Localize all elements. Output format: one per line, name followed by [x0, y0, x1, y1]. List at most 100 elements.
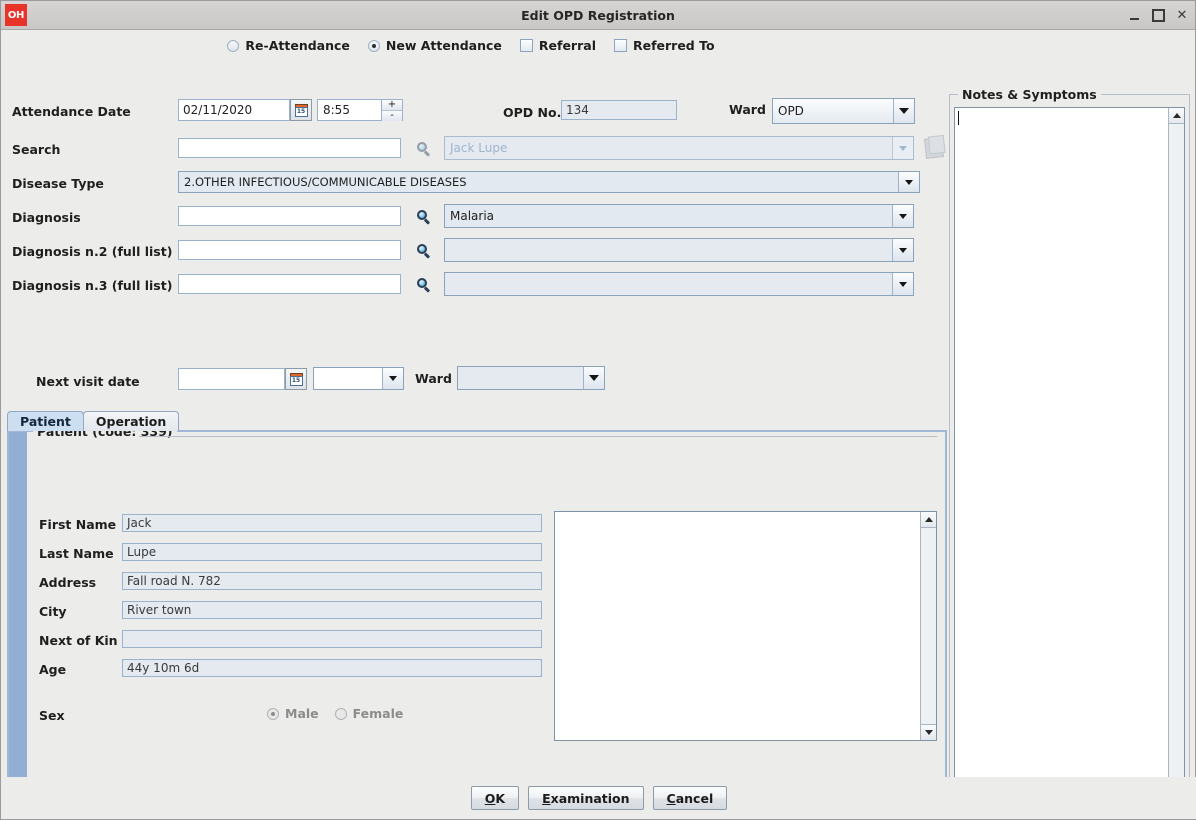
- checkbox-referral[interactable]: Referral: [519, 38, 596, 53]
- search-input[interactable]: [178, 138, 401, 158]
- disease-type-combo-arrow[interactable]: [898, 172, 919, 192]
- ward-combo[interactable]: OPD: [772, 98, 915, 124]
- radio-female-label: Female: [352, 706, 404, 721]
- sex-label: Sex: [39, 708, 65, 723]
- tab-patient-label: Patient: [20, 414, 71, 429]
- search-icon: [416, 209, 430, 224]
- chevron-down-icon: [899, 145, 907, 151]
- address-label: Address: [39, 575, 97, 590]
- scroll-down-button[interactable]: [921, 724, 936, 740]
- attendance-time-spinner[interactable]: 8:55 + -: [317, 99, 403, 121]
- tab-patient[interactable]: Patient: [7, 411, 84, 431]
- radio-re-attendance-icon: [227, 39, 240, 52]
- radio-male: Male: [267, 706, 319, 721]
- calendar-icon: 15: [294, 103, 308, 117]
- ward-combo-value: OPD: [778, 104, 804, 118]
- app-logo-icon: OH: [5, 4, 27, 26]
- ok-button[interactable]: OK: [470, 786, 520, 810]
- ward-combo-arrow[interactable]: [893, 99, 914, 123]
- next-visit-ward-label: Ward: [415, 371, 452, 386]
- scroll-track[interactable]: [1169, 124, 1184, 786]
- chevron-down-icon: [899, 108, 909, 114]
- cancel-button-mnemonic: C: [666, 790, 676, 806]
- notes-symptoms-textarea[interactable]: [955, 108, 1168, 802]
- tab-operation[interactable]: Operation: [82, 411, 180, 431]
- checkbox-referral-icon: [519, 39, 533, 52]
- checkbox-referral-label: Referral: [538, 38, 596, 53]
- attendance-date-input[interactable]: 02/11/2020: [178, 99, 290, 121]
- patient-documents-icon: [924, 137, 944, 159]
- cancel-button-label: ancel: [675, 790, 714, 806]
- diagnosis-combo-arrow[interactable]: [892, 205, 913, 227]
- diagnosis-2-combo[interactable]: [444, 238, 914, 262]
- radio-re-attendance[interactable]: Re-Attendance: [227, 38, 350, 53]
- diagnosis-2-search-button[interactable]: [413, 240, 433, 260]
- patient-photo-scrollbar[interactable]: [920, 512, 936, 740]
- city-input: River town: [122, 601, 542, 619]
- sex-options: Male Female: [267, 706, 403, 721]
- diagnosis-combo[interactable]: Malaria: [444, 204, 914, 228]
- next-visit-date-input[interactable]: [178, 368, 285, 390]
- attendance-date-label: Attendance Date: [12, 104, 131, 119]
- scroll-up-button[interactable]: [921, 512, 936, 528]
- diagnosis-3-combo[interactable]: [444, 272, 914, 296]
- disease-type-combo-value: 2.OTHER INFECTIOUS/COMMUNICABLE DISEASES: [184, 175, 467, 189]
- cancel-button[interactable]: Cancel: [652, 786, 728, 810]
- radio-female: Female: [334, 706, 404, 721]
- checkbox-referred-to-label: Referred To: [632, 38, 715, 53]
- edit-opd-registration-window: OH Edit OPD Registration ✕ Re-Attendance…: [0, 0, 1196, 820]
- checkbox-referred-to[interactable]: Referred To: [613, 38, 715, 53]
- radio-male-icon: [267, 707, 279, 720]
- disease-type-combo[interactable]: 2.OTHER INFECTIOUS/COMMUNICABLE DISEASES: [178, 171, 920, 193]
- spinner-down-button[interactable]: -: [382, 111, 402, 121]
- maximize-icon[interactable]: [1151, 8, 1165, 22]
- scroll-up-button[interactable]: [1169, 108, 1184, 124]
- attendance-time-value[interactable]: 8:55: [318, 100, 381, 120]
- patient-photo-scrollpane[interactable]: [554, 511, 937, 741]
- title-bar: OH Edit OPD Registration ✕: [1, 1, 1195, 30]
- diagnosis-3-search-button[interactable]: [413, 274, 433, 294]
- chevron-down-icon: [899, 213, 907, 219]
- triangle-up-icon: [1172, 113, 1181, 118]
- opd-no-input: 134: [561, 100, 677, 120]
- patient-search-combo: Jack Lupe: [444, 136, 914, 160]
- close-icon[interactable]: ✕: [1175, 8, 1189, 22]
- window-content: Re-Attendance New Attendance Referral Re…: [1, 30, 1196, 819]
- search-magnifier-button[interactable]: [413, 138, 433, 158]
- radio-new-attendance[interactable]: New Attendance: [367, 38, 502, 53]
- window-title: Edit OPD Registration: [521, 7, 675, 23]
- radio-male-label: Male: [285, 706, 319, 721]
- diagnosis-search-button[interactable]: [413, 206, 433, 226]
- diagnosis-3-code-input[interactable]: [178, 274, 401, 294]
- examination-button[interactable]: Examination: [528, 786, 644, 810]
- attendance-date-calendar-button[interactable]: 15: [290, 99, 312, 121]
- diagnosis-3-label: Diagnosis n.3 (full list): [12, 278, 173, 293]
- ward-label: Ward: [729, 102, 766, 117]
- next-visit-calendar-button[interactable]: 15: [285, 368, 307, 390]
- next-visit-time-combo-arrow[interactable]: [382, 368, 403, 389]
- scroll-track[interactable]: [921, 528, 936, 724]
- patient-search-combo-arrow: [892, 137, 913, 159]
- first-name-input: Jack: [122, 514, 542, 532]
- first-name-label: First Name: [39, 517, 117, 532]
- last-name-input: Lupe: [122, 543, 542, 561]
- chevron-down-icon: [589, 375, 599, 381]
- next-visit-ward-combo-arrow[interactable]: [583, 367, 604, 389]
- next-visit-time-combo[interactable]: [313, 367, 404, 390]
- ok-button-label: K: [495, 790, 506, 806]
- triangle-down-icon: [924, 730, 933, 735]
- notes-scrollbar[interactable]: [1168, 108, 1184, 802]
- notes-symptoms-scrollpane[interactable]: [954, 107, 1185, 803]
- patient-search-combo-value: Jack Lupe: [450, 141, 508, 155]
- diagnosis-code-input[interactable]: [178, 206, 401, 226]
- examination-button-mnemonic: E: [542, 790, 551, 806]
- attendance-time-spinner-buttons: + -: [381, 100, 402, 121]
- next-visit-ward-combo[interactable]: [457, 366, 605, 390]
- diagnosis-3-combo-arrow[interactable]: [892, 273, 913, 295]
- diagnosis-2-code-input[interactable]: [178, 240, 401, 260]
- minimize-icon[interactable]: [1127, 8, 1141, 22]
- diagnosis-2-label: Diagnosis n.2 (full list): [12, 244, 173, 259]
- window-controls: ✕: [1127, 1, 1189, 29]
- patient-photo-area[interactable]: [555, 512, 920, 740]
- diagnosis-2-combo-arrow[interactable]: [892, 239, 913, 261]
